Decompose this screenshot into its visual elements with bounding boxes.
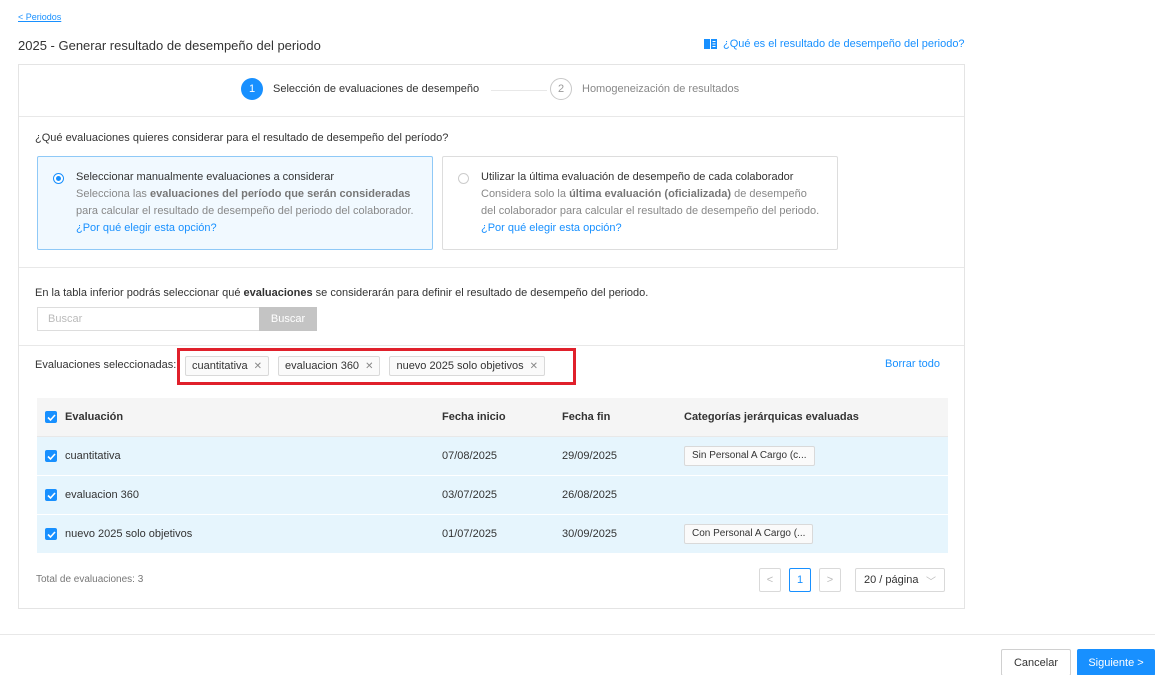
row-checkbox-cell [37, 528, 57, 540]
cell-end-date: 30/09/2025 [562, 528, 618, 540]
search-button[interactable]: Buscar [259, 307, 317, 331]
page-1-button[interactable]: 1 [789, 568, 811, 592]
search-bar: Buscar [37, 307, 317, 331]
step-1: 1 Selección de evaluaciones de desempeño [241, 78, 479, 100]
cell-categories: Con Personal A Cargo (... [674, 524, 948, 544]
step-connector [491, 90, 547, 91]
cell-evaluation: cuantitativa [65, 450, 121, 462]
category-tag[interactable]: Sin Personal A Cargo (c... [684, 446, 815, 466]
step-1-number: 1 [241, 78, 263, 100]
option-last-evaluation-description: Considera solo la última evaluación (ofi… [481, 188, 820, 217]
selected-tag: evaluacion 360 ✕ [278, 356, 381, 376]
table-header-row: Evaluación Fecha inicio Fecha fin Catego… [37, 398, 948, 437]
option-manual-title: Seleccionar manualmente evaluaciones a c… [76, 171, 335, 183]
page-title: 2025 - Generar resultado de desempeño de… [18, 38, 321, 53]
tag-label: evaluacion 360 [285, 360, 360, 372]
section-divider [19, 345, 964, 346]
table-row[interactable]: cuantitativa 07/08/2025 29/09/2025 Sin P… [37, 437, 948, 476]
cell-start-date: 01/07/2025 [442, 528, 498, 540]
help-link-label: ¿Qué es el resultado de desempeño del pe… [723, 38, 965, 50]
row-checkbox-cell [37, 450, 57, 462]
section-divider [19, 267, 964, 268]
cell-start-date: 07/08/2025 [442, 450, 498, 462]
option-manual-description: Selecciona las evaluaciones del período … [76, 188, 414, 217]
page-size-value: 20 / página [864, 574, 919, 586]
pagination: < 1 > 20 / página ﹀ [759, 568, 945, 592]
info-text: En la tabla inferior podrás seleccionar … [35, 287, 649, 299]
clear-all-link[interactable]: Borrar todo [885, 358, 940, 370]
cell-categories: Sin Personal A Cargo (c... [674, 446, 948, 466]
step-2-label: Homogeneización de resultados [582, 83, 740, 95]
option-last-evaluation-title: Utilizar la última evaluación de desempe… [481, 171, 794, 183]
table-body: cuantitativa 07/08/2025 29/09/2025 Sin P… [37, 437, 948, 554]
cell-evaluation: nuevo 2025 solo objetivos [65, 528, 193, 540]
next-page-button[interactable]: > [819, 568, 841, 592]
tag-label: cuantitativa [192, 360, 248, 372]
selected-tags: cuantitativa ✕ evaluacion 360 ✕ nuevo 20… [185, 356, 546, 376]
table-row[interactable]: evaluacion 360 03/07/2025 26/08/2025 [37, 476, 948, 515]
next-button[interactable]: Siguiente > [1077, 649, 1155, 675]
selected-evaluations-label: Evaluaciones seleccionadas: [35, 359, 177, 371]
prev-page-button[interactable]: < [759, 568, 781, 592]
footer-divider [0, 634, 1155, 635]
table-row[interactable]: nuevo 2025 solo objetivos 01/07/2025 30/… [37, 515, 948, 554]
cell-end-date: 26/08/2025 [562, 489, 618, 501]
book-icon [704, 39, 717, 49]
header-categories: Categorías jerárquicas evaluadas [684, 411, 859, 423]
cell-start-date: 03/07/2025 [442, 489, 498, 501]
total-evaluations: Total de evaluaciones: 3 [36, 574, 144, 585]
evaluations-table: Evaluación Fecha inicio Fecha fin Catego… [37, 398, 948, 554]
row-checkbox-cell [37, 489, 57, 501]
selected-tag: cuantitativa ✕ [185, 356, 270, 376]
radio-last-evaluation[interactable] [458, 173, 469, 184]
radio-manual[interactable] [53, 173, 64, 184]
select-all-cell [37, 411, 57, 423]
main-card: 1 Selección de evaluaciones de desempeño… [18, 64, 965, 609]
close-icon[interactable]: ✕ [530, 361, 538, 372]
step-2: 2 Homogeneización de resultados [550, 78, 739, 100]
step-1-label: Selección de evaluaciones de desempeño [273, 83, 480, 95]
cell-end-date: 29/09/2025 [562, 450, 618, 462]
help-link[interactable]: ¿Qué es el resultado de desempeño del pe… [704, 38, 965, 50]
option-last-evaluation-why-link[interactable]: ¿Por qué elegir esta opción? [481, 220, 823, 237]
category-tag[interactable]: Con Personal A Cargo (... [684, 524, 814, 544]
back-to-periods-link[interactable]: < Periodos [18, 12, 61, 22]
option-last-evaluation[interactable]: Utilizar la última evaluación de desempe… [442, 156, 838, 250]
close-icon[interactable]: ✕ [254, 361, 262, 372]
steps-bar: 1 Selección de evaluaciones de desempeño… [19, 65, 964, 117]
question-text: ¿Qué evaluaciones quieres considerar par… [35, 132, 449, 144]
step-2-number: 2 [550, 78, 572, 100]
page-size-select[interactable]: 20 / página ﹀ [855, 568, 945, 592]
header-start-date: Fecha inicio [442, 411, 506, 423]
chevron-down-icon: ﹀ [926, 576, 936, 588]
header-end-date: Fecha fin [562, 411, 611, 423]
search-input[interactable] [37, 307, 259, 331]
option-manual-why-link[interactable]: ¿Por qué elegir esta opción? [76, 220, 418, 237]
close-icon[interactable]: ✕ [365, 361, 373, 372]
tag-label: nuevo 2025 solo objetivos [396, 360, 524, 372]
selected-tag: nuevo 2025 solo objetivos ✕ [389, 356, 546, 376]
header-evaluation: Evaluación [65, 411, 124, 423]
option-manual[interactable]: Seleccionar manualmente evaluaciones a c… [37, 156, 433, 250]
cell-evaluation: evaluacion 360 [65, 489, 140, 501]
cancel-button[interactable]: Cancelar [1001, 649, 1071, 675]
